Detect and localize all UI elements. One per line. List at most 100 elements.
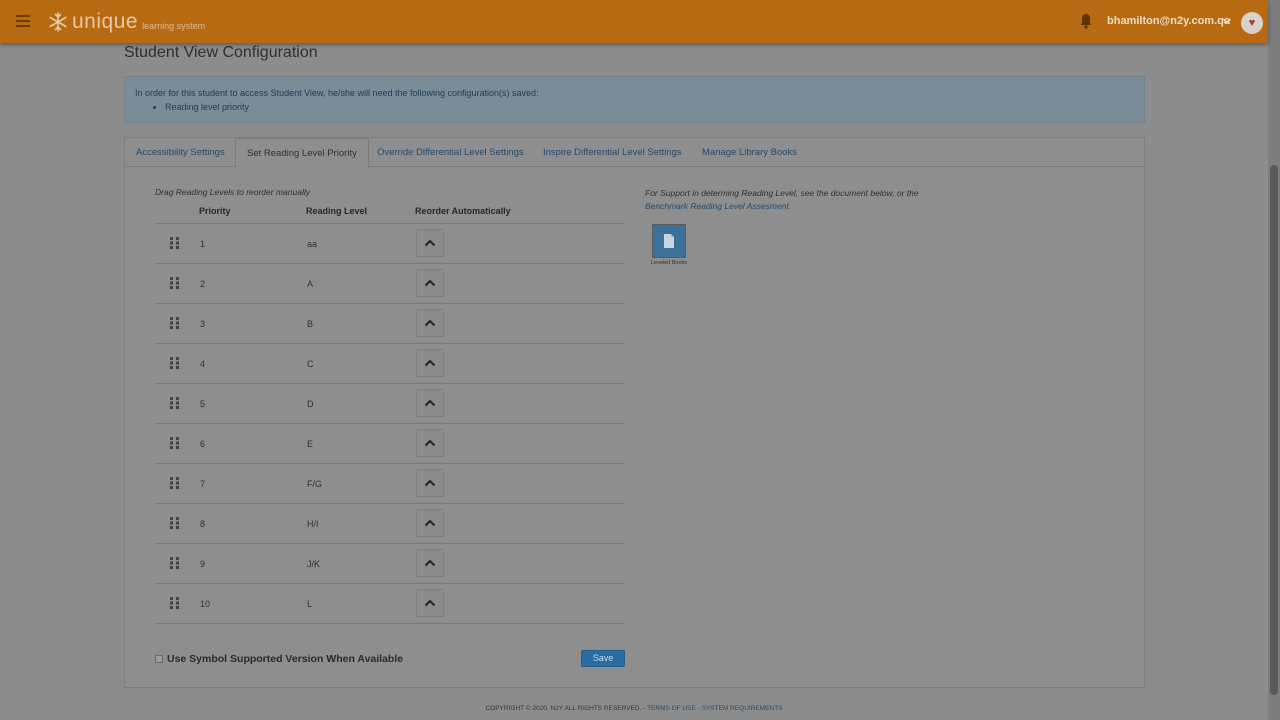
brand-logo[interactable]: unique learning system — [48, 10, 205, 34]
config-notice: In order for this student to access Stud… — [124, 76, 1145, 123]
notice-item: Reading level priority — [165, 102, 1134, 112]
document-icon — [664, 234, 674, 248]
chevron-down-icon[interactable] — [1222, 16, 1232, 26]
chevron-up-icon — [424, 359, 436, 367]
table-row[interactable]: 6E — [155, 424, 625, 464]
priority-cell: 2 — [200, 279, 206, 289]
priority-cell: 9 — [200, 559, 206, 569]
page-scrollbar[interactable] — [1268, 0, 1280, 720]
system-requirements-link[interactable]: SYSTEM REQUIREMENTS — [702, 705, 783, 712]
move-up-button[interactable] — [416, 229, 444, 257]
table-row[interactable]: 7 F/G — [155, 464, 625, 504]
drag-handle-icon[interactable] — [170, 597, 179, 609]
reading-level-cell: A — [307, 279, 314, 289]
chevron-up-icon — [424, 399, 436, 407]
table-row[interactable]: 1 aa — [155, 224, 625, 264]
footer: COPYRIGHT © 2020, N2Y ALL RIGHTS RESERVE… — [0, 696, 1268, 720]
move-up-button[interactable] — [416, 349, 444, 377]
tab-manage-library-books[interactable]: Manage Library Books — [691, 138, 808, 167]
move-up-button[interactable] — [416, 469, 444, 497]
table-row[interactable]: 3B — [155, 304, 625, 344]
tab-override-differential-level-settings[interactable]: Override Differential Level Settings — [366, 138, 535, 167]
page-title: Student View Configuration — [124, 44, 318, 61]
move-up-button[interactable] — [416, 509, 444, 537]
chevron-up-icon — [424, 319, 436, 327]
move-up-button[interactable] — [416, 269, 444, 297]
terms-of-use-link[interactable]: TERMS OF USE — [647, 705, 696, 712]
reading-level-cell: F/G — [307, 479, 322, 489]
chevron-up-icon — [424, 279, 436, 287]
leveled-books-document[interactable] — [652, 224, 686, 258]
reading-level-cell: J/K — [307, 559, 321, 569]
tab-accessibility-settings[interactable]: Accessibility Settings — [125, 138, 236, 167]
move-up-button[interactable] — [416, 589, 444, 617]
priority-cell: 3 — [200, 319, 206, 329]
save-button[interactable]: Save — [581, 650, 625, 667]
table-row[interactable]: 9 J/K — [155, 544, 625, 584]
column-header-reorder: Reorder Automatically — [415, 206, 511, 216]
drag-handle-icon[interactable] — [170, 477, 179, 489]
tab-bar: Accessibility Settings Set Reading Level… — [125, 138, 1144, 168]
move-up-button[interactable] — [416, 429, 444, 457]
reading-level-cell: D — [307, 399, 314, 409]
move-up-button[interactable] — [416, 309, 444, 337]
table-row[interactable]: 2A — [155, 264, 625, 304]
move-up-button[interactable] — [416, 389, 444, 417]
snowflake-logo-icon — [49, 12, 67, 32]
leveled-books-label: Leveled Books — [650, 260, 688, 266]
column-header-priority: Priority — [199, 206, 231, 216]
heart-icon: ♥ — [1248, 16, 1256, 29]
tab-inspire-differential-level-settings[interactable]: Inspire Differential Level Settings — [532, 138, 693, 167]
tab-set-reading-level-priority[interactable]: Set Reading Level Priority — [235, 138, 369, 168]
chevron-up-icon — [424, 479, 436, 487]
footer-copyright: COPYRIGHT © 2020, N2Y ALL RIGHTS RESERVE… — [485, 705, 646, 712]
chevron-up-icon — [424, 239, 436, 247]
table-row[interactable]: 5D — [155, 384, 625, 424]
symbol-supported-label: Use Symbol Supported Version When Availa… — [167, 653, 404, 665]
reading-level-cell: E — [307, 439, 314, 449]
priority-cell: 5 — [200, 399, 206, 409]
drag-handle-icon[interactable] — [170, 437, 179, 449]
reading-level-cell: C — [307, 359, 314, 369]
chevron-up-icon — [424, 599, 436, 607]
reading-level-cell: B — [307, 319, 314, 329]
notification-bell-icon[interactable] — [1079, 13, 1093, 29]
priority-cell: 6 — [200, 439, 206, 449]
chevron-up-icon — [424, 519, 436, 527]
settings-panel: Accessibility Settings Set Reading Level… — [124, 137, 1145, 688]
notice-list: Reading level priority — [165, 102, 1134, 112]
menu-icon[interactable] — [16, 15, 30, 27]
priority-cell: 10 — [200, 599, 211, 609]
table-row[interactable]: 4C — [155, 344, 625, 384]
symbol-supported-checkbox[interactable] — [155, 655, 163, 663]
benchmark-assessment-link[interactable]: Benchmark Reading Level Assesment. — [645, 201, 791, 211]
drag-handle-icon[interactable] — [170, 237, 179, 249]
table-row[interactable]: 10 L — [155, 584, 625, 624]
user-email[interactable]: bhamilton@n2y.com.qa — [1107, 15, 1230, 27]
reading-level-cell: aa — [307, 239, 318, 249]
move-up-button[interactable] — [416, 549, 444, 577]
chevron-up-icon — [424, 439, 436, 447]
priority-cell: 8 — [200, 519, 206, 529]
drag-handle-icon[interactable] — [170, 517, 179, 529]
support-text: For Support in determing Reading Level, … — [645, 188, 919, 198]
drag-handle-icon[interactable] — [170, 397, 179, 409]
priority-cell: 4 — [200, 359, 206, 369]
priority-cell: 7 — [200, 479, 206, 489]
table-row[interactable]: 8 H/I — [155, 504, 625, 544]
drag-handle-icon[interactable] — [170, 317, 179, 329]
drag-handle-icon[interactable] — [170, 557, 179, 569]
scrollbar-thumb[interactable] — [1270, 165, 1278, 695]
avatar[interactable]: ♥ — [1241, 12, 1263, 34]
symbol-supported-option[interactable]: Use Symbol Supported Version When Availa… — [155, 653, 403, 665]
drag-handle-icon[interactable] — [170, 277, 179, 289]
reading-level-cell: L — [307, 599, 313, 609]
reading-level-cell: H/I — [307, 519, 319, 529]
drag-handle-icon[interactable] — [170, 357, 179, 369]
notice-text: In order for this student to access Stud… — [135, 88, 539, 98]
support-note: For Support in determing Reading Level, … — [645, 187, 975, 213]
priority-cell: 1 — [200, 239, 206, 249]
chevron-up-icon — [424, 559, 436, 567]
column-header-reading-level: Reading Level — [306, 206, 368, 216]
brand-name: unique — [72, 10, 139, 33]
